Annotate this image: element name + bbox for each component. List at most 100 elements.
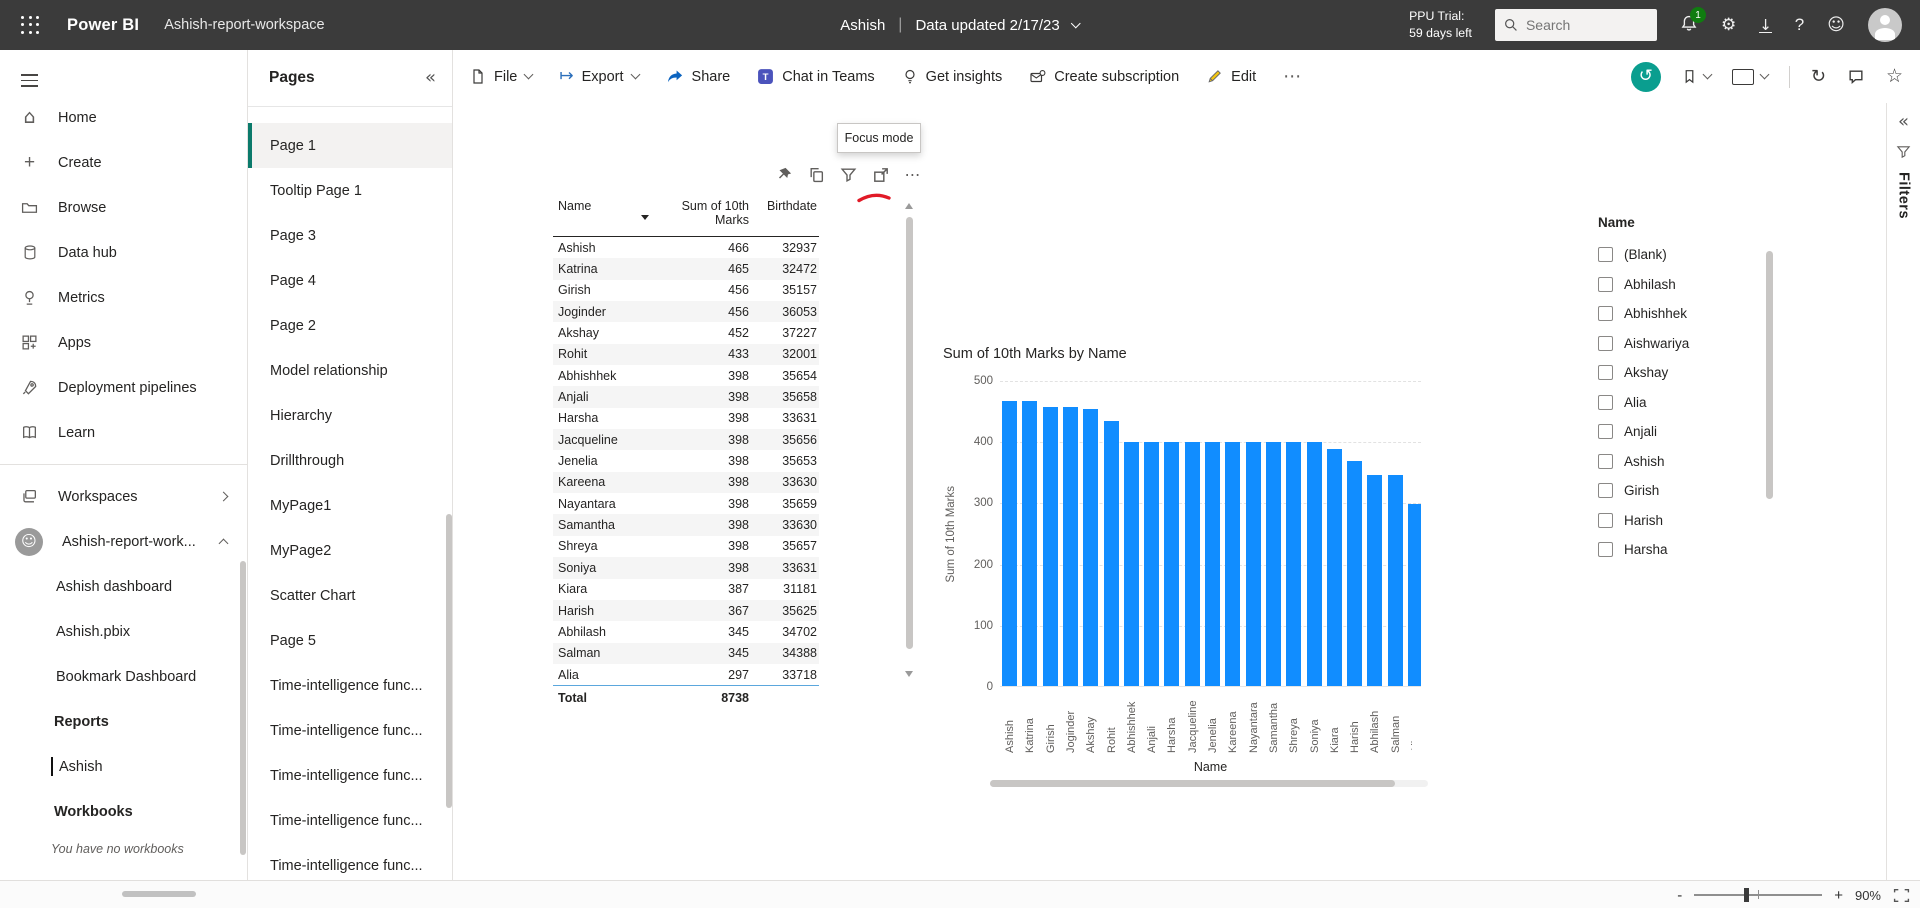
table-row[interactable]: Soniya 398 33631: [553, 557, 819, 578]
table-row[interactable]: Harsha 398 33631: [553, 408, 819, 429]
workspace-item-dashboard[interactable]: Ashish dashboard: [0, 564, 247, 609]
table-row[interactable]: Jenelia 398 35653: [553, 450, 819, 471]
checkbox-icon[interactable]: [1598, 277, 1613, 292]
table-row[interactable]: Anjali 398 35658: [553, 386, 819, 407]
page-tab[interactable]: Page 4: [248, 258, 452, 303]
table-row[interactable]: Akshay 452 37227: [553, 322, 819, 343]
slicer-checkbox-item[interactable]: Anjali: [1598, 417, 1773, 447]
bar-harish[interactable]: [1347, 461, 1362, 686]
copy-visual-icon[interactable]: [807, 165, 826, 184]
file-menu[interactable]: File: [470, 68, 532, 85]
bar-jacqueline[interactable]: [1185, 442, 1200, 686]
checkbox-icon[interactable]: [1598, 247, 1613, 262]
checkbox-icon[interactable]: [1598, 336, 1613, 351]
slicer-checkbox-item[interactable]: Harsha: [1598, 535, 1773, 565]
slicer-checkbox-item[interactable]: Aishwariya: [1598, 329, 1773, 359]
chart-horizontal-scrollbar[interactable]: [990, 780, 1428, 787]
page-tab[interactable]: Time-intelligence func...: [248, 843, 452, 880]
bar-jenelia[interactable]: [1205, 442, 1220, 686]
slicer-checkbox-item[interactable]: Abhilash: [1598, 270, 1773, 300]
bar-samantha[interactable]: [1266, 442, 1281, 686]
zoom-in-button[interactable]: +: [1834, 887, 1843, 904]
page-tab[interactable]: MyPage2: [248, 528, 452, 573]
download-icon[interactable]: ↓: [1759, 18, 1772, 33]
bar-joginder[interactable]: [1063, 407, 1078, 686]
refresh-icon[interactable]: ↻: [1811, 68, 1826, 86]
column-header-marks[interactable]: Sum of 10th Marks: [663, 199, 749, 227]
page-tab[interactable]: MyPage1: [248, 483, 452, 528]
filter-icon[interactable]: [839, 165, 858, 184]
checkbox-icon[interactable]: [1598, 483, 1613, 498]
settings-gear-icon[interactable]: ⚙: [1721, 17, 1736, 34]
zoom-slider-thumb[interactable]: [1744, 888, 1749, 902]
bar-shreya[interactable]: [1286, 442, 1301, 686]
page-tab[interactable]: Drillthrough: [248, 438, 452, 483]
page-tab[interactable]: Page 3: [248, 213, 452, 258]
checkbox-icon[interactable]: [1598, 542, 1613, 557]
account-avatar[interactable]: [1868, 8, 1902, 42]
table-visual[interactable]: Name Sum of 10th Marks Birthdate Ashish …: [553, 199, 819, 710]
table-scrollbar[interactable]: [905, 203, 914, 677]
hamburger-menu-icon[interactable]: [21, 74, 38, 87]
slicer-checkbox-item[interactable]: Ashish: [1598, 447, 1773, 477]
help-icon[interactable]: ?: [1795, 15, 1804, 35]
export-menu[interactable]: ↦ Export: [559, 68, 638, 85]
comments-icon[interactable]: [1847, 68, 1865, 85]
checkbox-icon[interactable]: [1598, 306, 1613, 321]
checkbox-icon[interactable]: [1598, 365, 1613, 380]
page-tab[interactable]: Hierarchy: [248, 393, 452, 438]
page-tab[interactable]: Time-intelligence func...: [248, 663, 452, 708]
bar-rohit[interactable]: [1104, 421, 1119, 686]
page-tab[interactable]: Page 5: [248, 618, 452, 663]
view-menu[interactable]: [1732, 69, 1768, 85]
page-tab[interactable]: Scatter Chart: [248, 573, 452, 618]
share-button[interactable]: Share: [666, 68, 731, 85]
focus-mode-icon[interactable]: [871, 165, 890, 184]
bar-akshay[interactable]: [1083, 409, 1098, 686]
bar-harsha[interactable]: [1164, 442, 1179, 686]
sidebar-item-current-workspace[interactable]: ☺ Ashish-report-work...: [0, 519, 247, 564]
scroll-down-icon[interactable]: [905, 671, 913, 677]
table-row[interactable]: Shreya 398 35657: [553, 536, 819, 557]
page-tab[interactable]: Tooltip Page 1: [248, 168, 452, 213]
table-row[interactable]: Kareena 398 33630: [553, 472, 819, 493]
checkbox-icon[interactable]: [1598, 454, 1613, 469]
checkbox-icon[interactable]: [1598, 424, 1613, 439]
fit-to-page-icon[interactable]: [1893, 888, 1910, 903]
slicer-checkbox-item[interactable]: Akshay: [1598, 358, 1773, 388]
slicer-checkbox-item[interactable]: Abhishhek: [1598, 299, 1773, 329]
table-row[interactable]: Samantha 398 33630: [553, 514, 819, 535]
favorite-star-icon[interactable]: ☆: [1886, 67, 1903, 86]
name-slicer-visual[interactable]: Name (Blank) Abhilash Abhishhek: [1598, 215, 1773, 565]
scrollbar-thumb[interactable]: [990, 780, 1395, 787]
bar-soniya[interactable]: [1307, 442, 1322, 686]
pin-visual-icon[interactable]: [775, 165, 794, 184]
bar-kiara[interactable]: [1327, 449, 1342, 686]
powerbi-logo[interactable]: Power BI: [67, 16, 139, 35]
page-tab[interactable]: Time-intelligence func...: [248, 708, 452, 753]
sidebar-item-browse[interactable]: Browse: [0, 185, 247, 230]
sidebar-item-metrics[interactable]: Metrics: [0, 275, 247, 320]
edit-button[interactable]: Edit: [1206, 68, 1256, 85]
table-row[interactable]: Harish 367 35625: [553, 600, 819, 621]
sidebar-item-learn[interactable]: Learn: [0, 410, 247, 455]
slicer-checkbox-item[interactable]: Harish: [1598, 506, 1773, 536]
collapse-pages-icon[interactable]: «: [425, 69, 436, 87]
table-row[interactable]: Katrina 465 32472: [553, 258, 819, 279]
more-options-icon[interactable]: ⋯: [903, 165, 922, 184]
filters-pane-collapsed[interactable]: « Filters: [1886, 103, 1920, 880]
page-tab[interactable]: Time-intelligence func...: [248, 798, 452, 843]
sidebar-item-create[interactable]: + Create: [0, 140, 247, 185]
page-horizontal-scrollbar[interactable]: [122, 891, 196, 897]
bar-ashish[interactable]: [1002, 401, 1017, 686]
sidebar-item-apps[interactable]: Apps: [0, 320, 247, 365]
scrollbar-thumb[interactable]: [906, 217, 913, 649]
page-tab[interactable]: Page 2: [248, 303, 452, 348]
slicer-checkbox-item[interactable]: (Blank): [1598, 240, 1773, 270]
report-item-ashish[interactable]: Ashish: [0, 744, 247, 789]
bookmarks-button[interactable]: [1682, 68, 1711, 85]
workspace-item-bookmark-dashboard[interactable]: Bookmark Dashboard: [0, 654, 247, 699]
table-row[interactable]: Ashish 466 32937: [553, 237, 819, 258]
chevron-down-icon[interactable]: [1071, 18, 1081, 28]
zoom-out-button[interactable]: -: [1677, 887, 1682, 904]
